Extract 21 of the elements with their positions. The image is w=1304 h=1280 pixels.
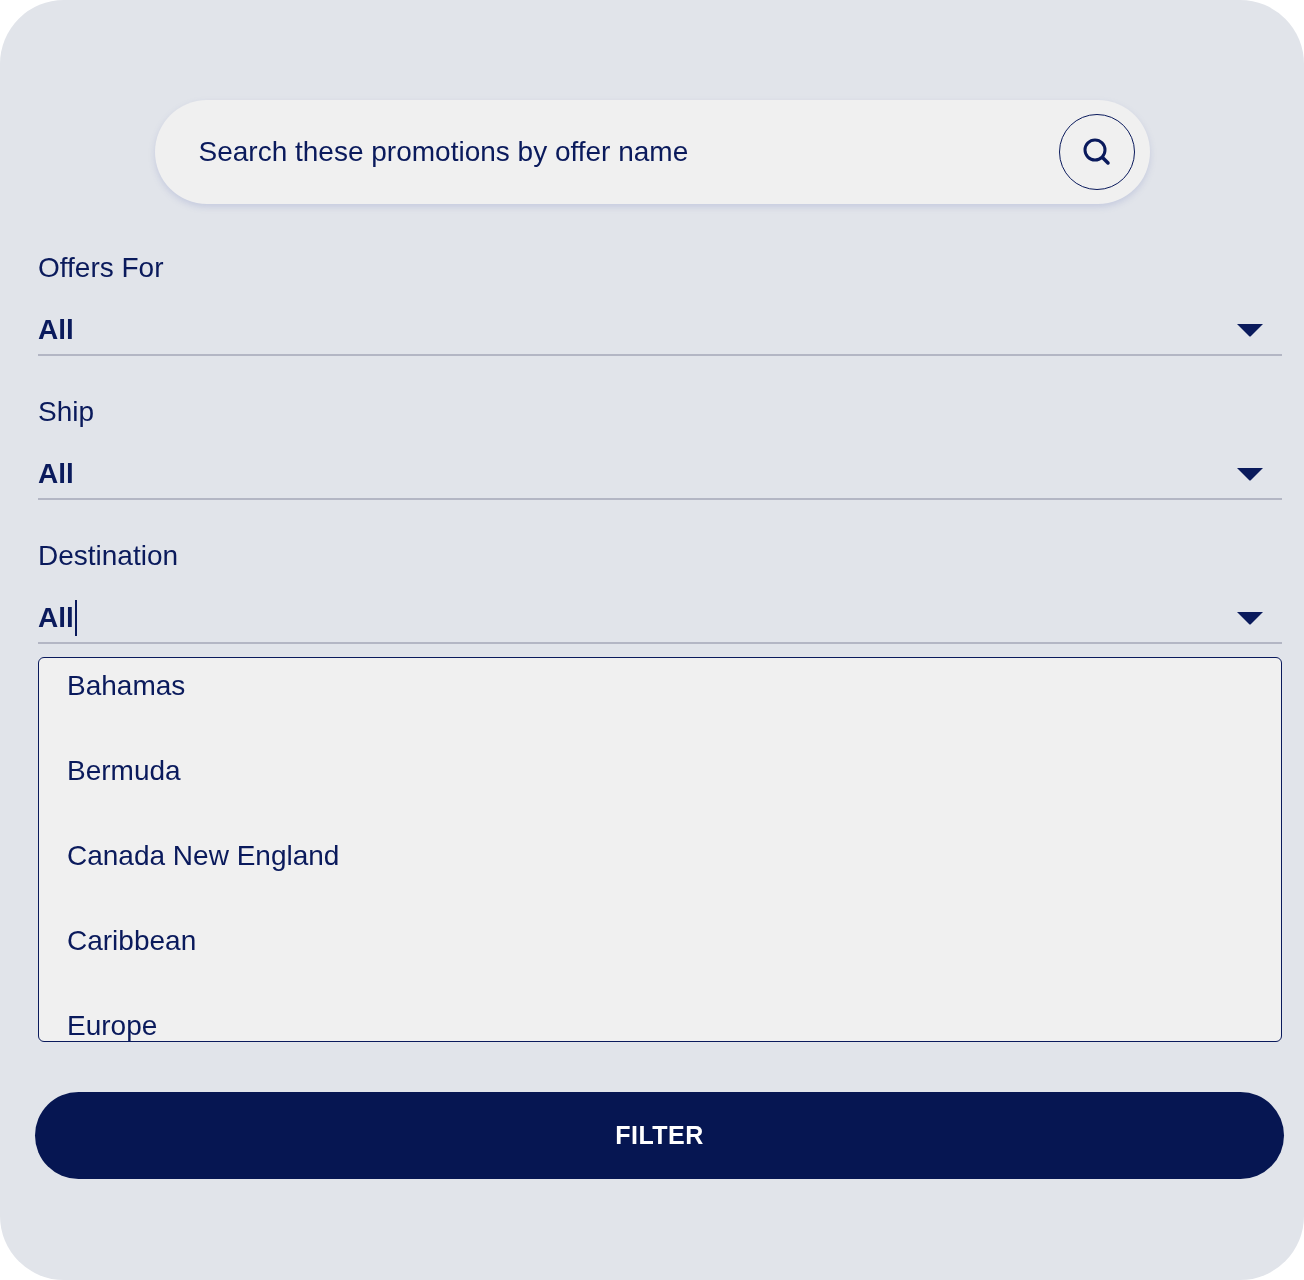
select-value: All xyxy=(38,602,74,634)
dropdown-arrow-icon xyxy=(1236,467,1264,481)
select-field[interactable]: All xyxy=(38,310,1282,356)
dropdown-option[interactable]: Europe xyxy=(67,1010,158,1041)
search-field[interactable]: Search these promotions by offer name xyxy=(196,135,1059,169)
dropdown-arrow-icon xyxy=(1236,611,1264,625)
dropdown-option[interactable]: Bermuda xyxy=(67,755,181,787)
text-cursor xyxy=(74,600,77,636)
select-field[interactable]: All xyxy=(38,454,1282,500)
dropdown-option[interactable]: Caribbean xyxy=(67,925,197,957)
search-bar[interactable]: Search these promotions by offer name xyxy=(154,100,1150,204)
dropdown-option[interactable]: Bahamas xyxy=(67,670,186,702)
dropdown-option[interactable]: Canada New England xyxy=(67,840,340,872)
field-label: Ship xyxy=(38,396,95,428)
filter-button[interactable]: FILTER xyxy=(35,1092,1284,1179)
select-field[interactable]: All xyxy=(38,598,1282,644)
select-value: All xyxy=(38,458,74,490)
select-value: All xyxy=(38,314,74,346)
field-label: Destination xyxy=(38,540,179,572)
dropdown-arrow-icon xyxy=(1236,323,1264,337)
field-label: Offers For xyxy=(38,252,164,284)
